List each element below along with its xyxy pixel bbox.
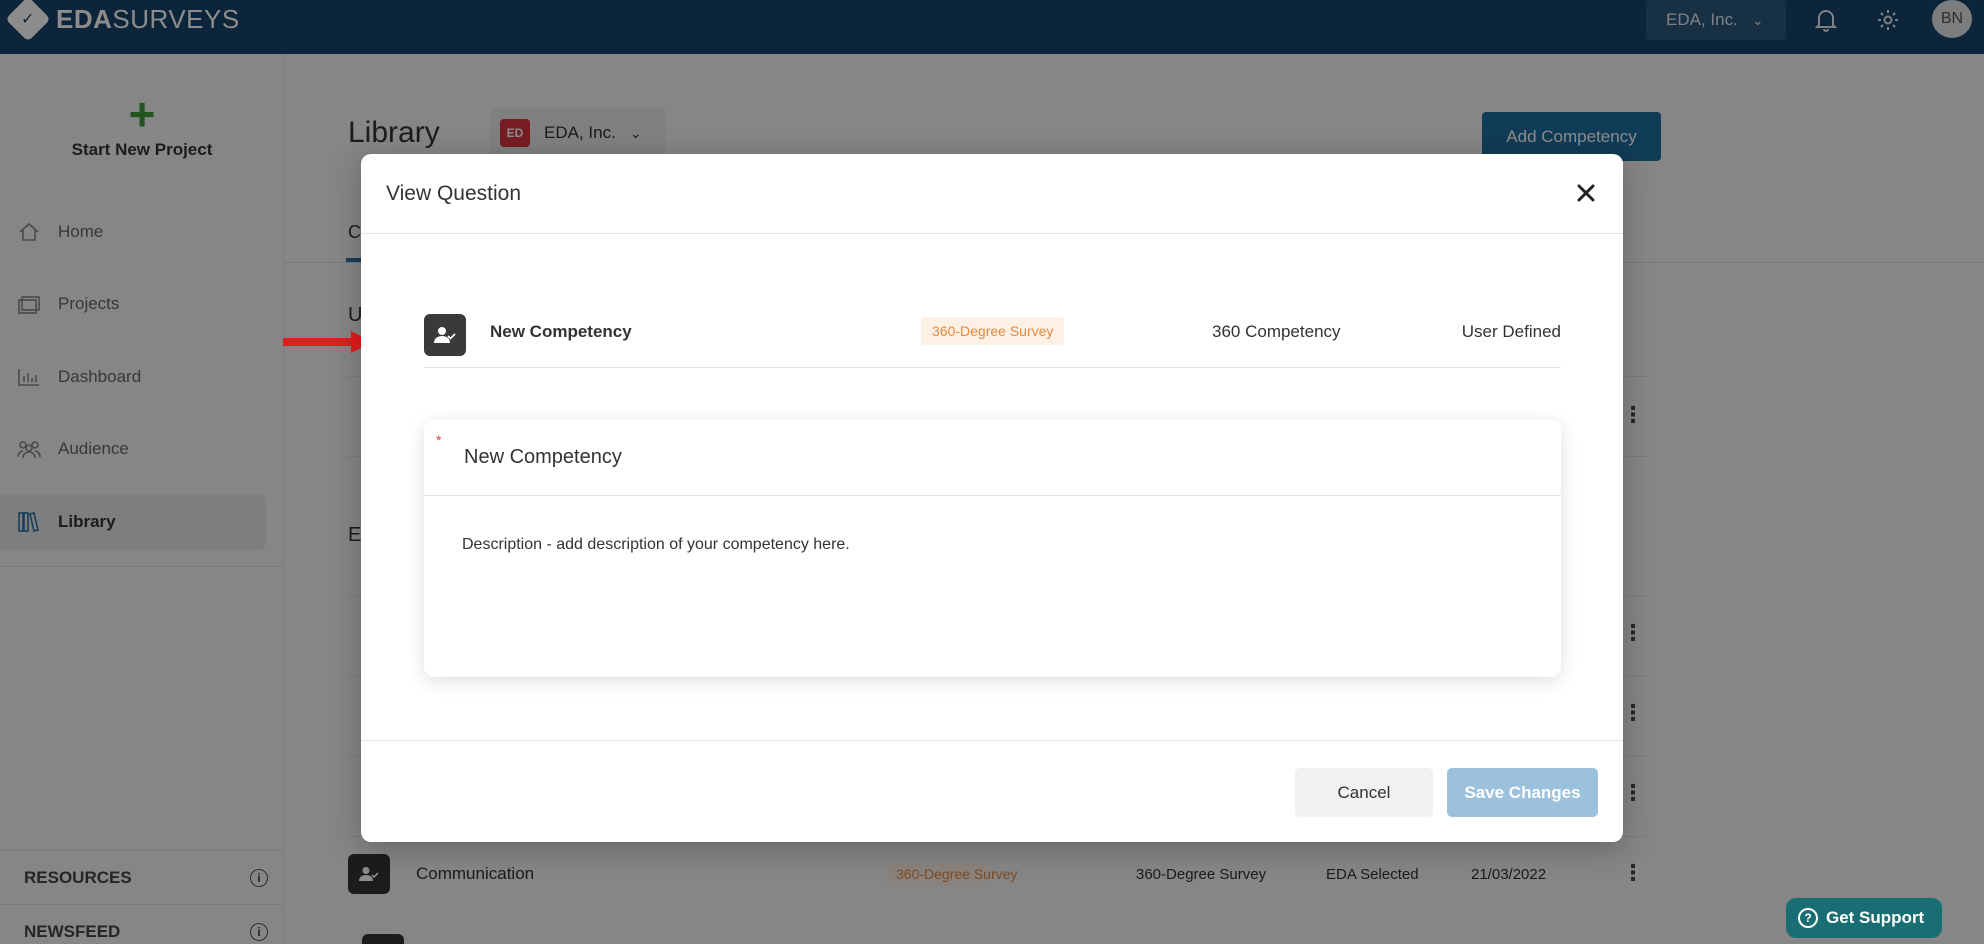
user-check-icon [424,313,466,356]
get-support-button[interactable]: ? Get Support [1786,898,1942,938]
question-summary-row: New Competency 360-Degree Survey 360 Com… [424,313,1561,368]
question-source: User Defined [1461,322,1561,341]
cancel-button[interactable]: Cancel [1295,768,1433,817]
competency-description-field[interactable]: Description - add description of your co… [462,536,850,554]
red-arrow-icon [283,331,373,353]
close-icon[interactable] [1571,178,1601,208]
modal-header: View Question [361,154,1623,234]
required-marker: * [436,432,442,448]
competency-name-field[interactable]: New Competency [424,420,1561,496]
help-icon: ? [1798,908,1818,928]
save-changes-button[interactable]: Save Changes [1447,768,1598,817]
question-name: New Competency [490,322,632,341]
modal-footer: Cancel Save Changes [361,740,1623,842]
competency-edit-card: New Competency * Description - add descr… [424,420,1561,677]
get-support-label: Get Support [1826,908,1925,927]
question-type: 360 Competency [1212,322,1341,341]
view-question-modal: View Question New Competency 360-Degree … [361,154,1623,842]
modal-title: View Question [386,181,522,205]
survey-type-badge: 360-Degree Survey [921,317,1065,345]
